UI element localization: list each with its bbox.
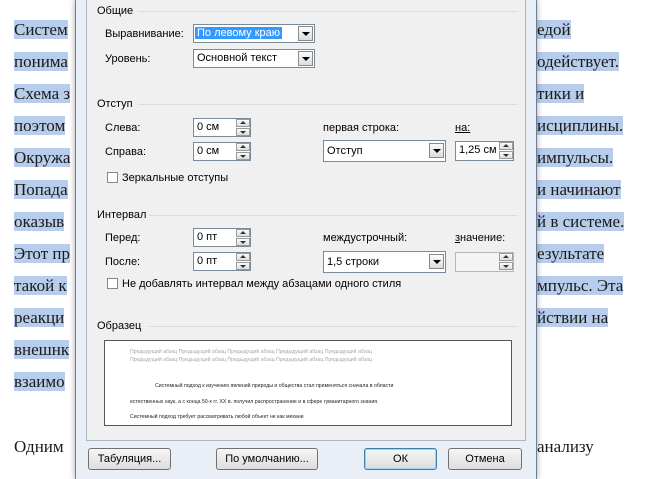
indent-left-label: Слева: (105, 122, 141, 134)
doc-line-1: Систем (14, 20, 68, 39)
spacing-section-title: Интервал (97, 209, 147, 221)
doc-line-4: поэтом (14, 116, 66, 135)
set-default-button[interactable]: По умолчанию... (216, 448, 318, 470)
doc-right-6: и начинают (537, 180, 621, 199)
doc-line-7: оказыв (14, 212, 65, 231)
mirror-indents-checkbox[interactable] (107, 172, 118, 183)
tabs-button[interactable]: Табуляция... (88, 448, 171, 470)
spin-up-icon[interactable] (499, 253, 513, 261)
preview-box: Предыдущий абзац Предыдущий абзац Предыд… (104, 340, 512, 426)
doc-line-5: Окружа (14, 148, 71, 167)
doc-line-12: взаимо (14, 372, 65, 391)
before-label: Перед: (105, 232, 141, 244)
level-label: Уровень: (105, 53, 151, 65)
dialog-tab-page: Общие Выравнивание: По левому краю Урове… (86, 0, 526, 441)
first-line-label: первая строка: (323, 122, 400, 134)
doc-right-9: мпульс. Эта (537, 276, 624, 295)
doc-right-10: йствии на (537, 308, 609, 327)
doc-right-4: исциплины. (537, 116, 624, 135)
chevron-down-icon[interactable] (298, 26, 313, 41)
first-line-value: Отступ (327, 145, 363, 157)
alignment-select[interactable]: По левому краю (193, 24, 315, 43)
preview-sample-line: Системный подход к изучению явлений прир… (155, 383, 394, 389)
before-spinner[interactable]: 0 пт (193, 228, 251, 247)
level-value: Основной текст (197, 52, 277, 64)
general-divider (139, 11, 517, 12)
indent-left-spinner[interactable]: 0 см (193, 118, 251, 137)
doc-line-8: Этот пр (14, 244, 70, 263)
after-value: 0 пт (197, 255, 218, 267)
spin-down-icon[interactable] (236, 262, 250, 270)
preview-section-title: Образец (97, 320, 142, 332)
chevron-down-icon[interactable] (429, 254, 444, 269)
doc-line-13: Одним (14, 437, 64, 456)
alignment-label: Выравнивание: (105, 28, 184, 40)
doc-line-2: понима (14, 52, 68, 71)
spin-up-icon[interactable] (236, 143, 250, 151)
spin-down-icon[interactable] (236, 238, 250, 246)
doc-right-8: езультате (537, 244, 605, 263)
ok-button[interactable]: ОК (364, 448, 437, 470)
cancel-button[interactable]: Отмена (448, 448, 522, 470)
general-section-title: Общие (97, 5, 134, 17)
alignment-value: По левому краю (195, 27, 282, 39)
indent-divider (139, 104, 517, 105)
before-value: 0 пт (197, 231, 218, 243)
doc-right-1: едой (537, 20, 571, 39)
chevron-down-icon[interactable] (298, 51, 313, 66)
spin-up-icon[interactable] (236, 119, 250, 127)
after-label: После: (105, 256, 141, 268)
preview-sample-line: Системный подход требует рассматривать л… (130, 414, 304, 420)
no-space-label: Не добавлять интервал между абзацами одн… (122, 278, 402, 290)
after-spinner[interactable]: 0 пт (193, 252, 251, 271)
chevron-down-icon[interactable] (429, 143, 444, 158)
value-spinner[interactable] (455, 252, 514, 272)
indent-left-value: 0 см (197, 121, 220, 133)
doc-line-11: внешнк (14, 340, 70, 359)
line-spacing-label: междустрочный: (323, 232, 408, 244)
doc-line-10: реакци (14, 308, 65, 327)
spacing-divider (149, 215, 517, 216)
doc-right-3: тики и (537, 84, 585, 103)
spin-down-icon[interactable] (236, 152, 250, 160)
preview-prev-line: Предыдущий абзац Предыдущий абзац Предыд… (130, 357, 372, 363)
doc-line-3: Схема з (14, 84, 71, 103)
spin-down-icon[interactable] (499, 151, 513, 159)
doc-line-6: Попада (14, 180, 68, 199)
indent-right-value: 0 см (197, 145, 220, 157)
spin-down-icon[interactable] (499, 262, 513, 270)
spin-up-icon[interactable] (236, 229, 250, 237)
preview-divider (149, 326, 517, 327)
doc-right-2: одействует. (537, 52, 619, 71)
value-label: значение: (455, 232, 506, 244)
line-spacing-select[interactable]: 1,5 строки (323, 251, 446, 273)
no-space-checkbox[interactable] (107, 278, 118, 289)
line-spacing-value: 1,5 строки (327, 256, 380, 268)
first-line-select[interactable]: Отступ (323, 140, 446, 162)
by-spinner[interactable]: 1,25 см (455, 141, 514, 161)
preview-sample-line: естественных наук, а с конца 50-х гг. XX… (130, 399, 379, 405)
doc-line-9: такой к (14, 276, 67, 295)
mirror-indents-label: Зеркальные отступы (122, 172, 229, 184)
level-select[interactable]: Основной текст (193, 49, 315, 68)
spin-up-icon[interactable] (499, 142, 513, 150)
doc-right-5: импульсы. (537, 148, 614, 167)
preview-prev-line: Предыдущий абзац Предыдущий абзац Предыд… (130, 349, 372, 355)
doc-right-7: й в системе. (537, 212, 625, 231)
doc-right-last: анализу (537, 437, 594, 456)
paragraph-dialog: Общие Выравнивание: По левому краю Урове… (75, 0, 537, 479)
indent-right-label: Справа: (105, 146, 147, 158)
by-label: на: (455, 122, 471, 134)
indent-right-spinner[interactable]: 0 см (193, 142, 251, 161)
spin-up-icon[interactable] (236, 253, 250, 261)
spin-down-icon[interactable] (236, 128, 250, 136)
by-value: 1,25 см (459, 144, 497, 156)
indent-section-title: Отступ (97, 98, 133, 110)
